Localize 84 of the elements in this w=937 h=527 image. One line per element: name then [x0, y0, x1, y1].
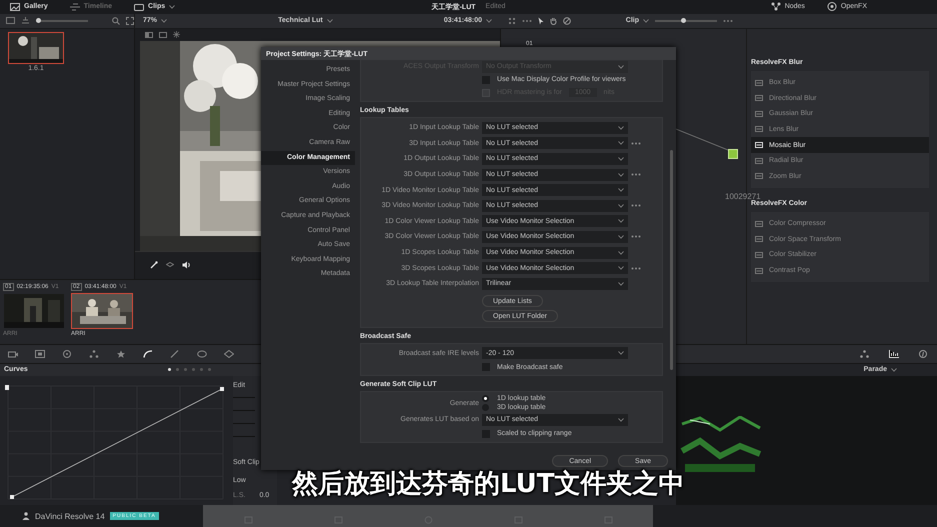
- output-label: 10029271: [725, 192, 761, 201]
- slider-track[interactable]: [655, 20, 717, 22]
- radio-button[interactable]: [482, 395, 489, 402]
- effect-icon: [755, 220, 763, 227]
- caret-icon: [618, 156, 624, 161]
- output-node[interactable]: [728, 148, 738, 159]
- page-dots[interactable]: [168, 368, 211, 372]
- caret-icon: [618, 266, 624, 270]
- caret-icon: [486, 18, 492, 23]
- no-entry-icon[interactable]: [563, 16, 571, 25]
- eyedropper-icon[interactable]: [150, 261, 158, 270]
- effect-icon: [755, 142, 763, 148]
- caret-icon: [618, 141, 624, 146]
- caret-icon: [161, 18, 168, 23]
- effect-icon: [755, 126, 763, 132]
- effect-icon: [755, 236, 763, 242]
- caret-icon: [618, 126, 624, 130]
- stack-icon[interactable]: [21, 17, 30, 24]
- star-icon[interactable]: [116, 350, 126, 358]
- more-icon[interactable]: [631, 173, 641, 176]
- caret-icon: [618, 351, 624, 356]
- caret-icon: [891, 368, 897, 372]
- effect-icon: [755, 252, 763, 258]
- subtitle-caption: 然后放到达芬奇的LUT文件夹之中: [292, 468, 684, 501]
- nodes-icon: [770, 2, 781, 12]
- effect-icon: [755, 110, 763, 117]
- person-icon: [22, 512, 30, 520]
- app-name: DaVinci Resolve 14: [35, 512, 105, 521]
- still-thumbnail[interactable]: [8, 32, 64, 64]
- caret-icon: [618, 219, 624, 224]
- scope-icon[interactable]: [889, 350, 899, 358]
- info-icon[interactable]: [919, 350, 927, 358]
- folder-icon: [134, 2, 144, 11]
- caret-icon: [618, 250, 624, 255]
- more-icon[interactable]: [631, 142, 641, 145]
- expand-icon[interactable]: [126, 16, 134, 25]
- clip-thumbnail[interactable]: [71, 292, 133, 329]
- pen-icon[interactable]: [170, 350, 180, 358]
- sparkle-icon[interactable]: [173, 31, 180, 38]
- caret-icon: [643, 18, 649, 23]
- camera-icon[interactable]: [8, 350, 18, 358]
- caret-icon: [618, 282, 624, 286]
- scrollbar-thumb[interactable]: [670, 150, 673, 370]
- speaker-icon[interactable]: [182, 261, 191, 270]
- grid-icon[interactable]: [508, 16, 516, 25]
- more-icon[interactable]: [631, 204, 641, 208]
- more-icon[interactable]: [631, 235, 641, 238]
- clip-thumbnail[interactable]: [3, 292, 65, 329]
- caret-icon: [618, 418, 624, 422]
- caret-icon: [169, 4, 176, 9]
- caret-icon: [618, 64, 624, 68]
- effect-icon: [755, 95, 763, 102]
- caret-icon: [618, 204, 624, 208]
- caret-icon: [326, 18, 333, 23]
- effect-icon: [755, 173, 763, 180]
- image-icon: [10, 2, 20, 11]
- more-icon[interactable]: [723, 18, 733, 23]
- target-icon[interactable]: [62, 350, 72, 358]
- diamond-icon[interactable]: [224, 350, 234, 358]
- grid-icon[interactable]: [35, 350, 45, 358]
- slider-thumb[interactable]: [36, 18, 41, 23]
- search-icon[interactable]: [112, 16, 120, 25]
- hand-icon[interactable]: [550, 16, 557, 25]
- ring-icon: [826, 2, 837, 12]
- curve-icon[interactable]: [143, 350, 153, 358]
- slider-thumb[interactable]: [680, 18, 686, 23]
- effect-icon: [755, 268, 763, 274]
- more-icon[interactable]: [522, 18, 532, 23]
- frame-icon[interactable]: [159, 32, 167, 38]
- slider-track[interactable]: [36, 20, 88, 22]
- pointer-icon[interactable]: [538, 16, 544, 25]
- nodes-icon[interactable]: [89, 350, 99, 358]
- caret-icon: [618, 234, 624, 239]
- ellipse-icon[interactable]: [197, 350, 207, 358]
- split-view-icon[interactable]: [145, 32, 153, 38]
- panel-icon[interactable]: [6, 17, 15, 24]
- caret-icon: [618, 188, 624, 192]
- effect-icon: [755, 80, 763, 86]
- more-icon[interactable]: [631, 266, 641, 270]
- layers-icon[interactable]: [166, 262, 174, 268]
- timeline-icon: [70, 2, 80, 11]
- caret-icon: [618, 172, 624, 177]
- nodes-icon[interactable]: [860, 350, 869, 358]
- effect-icon: [755, 158, 763, 164]
